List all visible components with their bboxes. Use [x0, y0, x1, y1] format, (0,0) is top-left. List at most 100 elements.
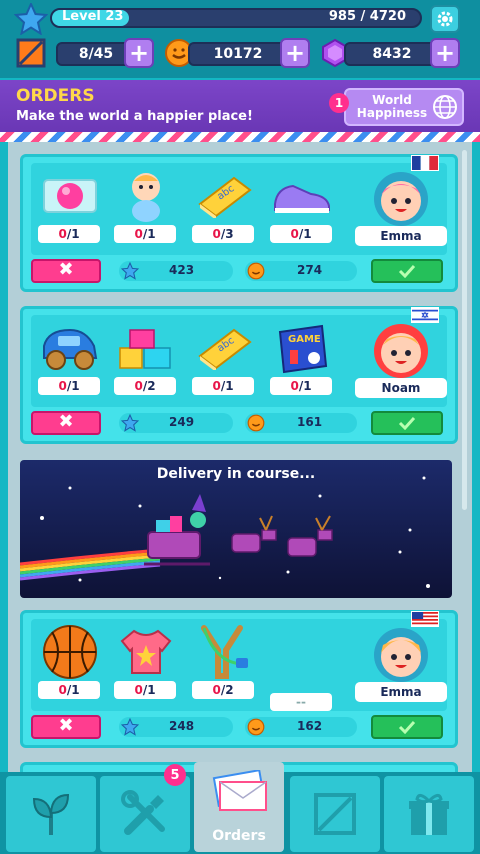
- coins-resource: 10172 +: [164, 38, 310, 68]
- item-progress: 0/2: [192, 681, 254, 699]
- order-item[interactable]: abc 0/1: [189, 315, 259, 405]
- item-progress: 0/1: [114, 225, 176, 243]
- order-items: 0/1 0/1 abc 0/3 0/1 Emma: [31, 155, 447, 255]
- item-progress: 0/1: [38, 225, 100, 243]
- tshirt-icon: [120, 629, 172, 674]
- coin-reward: 162: [245, 717, 357, 737]
- reject-order-button[interactable]: ✖: [31, 411, 101, 435]
- item-progress: 0/1: [270, 225, 332, 243]
- xp-reward: 248: [119, 717, 233, 737]
- add-coins-button[interactable]: +: [280, 38, 310, 68]
- order-item[interactable]: 0/1: [35, 163, 105, 253]
- decorative-stripe: [0, 132, 480, 142]
- usa-flag-icon: [411, 611, 439, 627]
- order-item[interactable]: 0/1: [35, 619, 105, 709]
- coin-icon: [247, 414, 265, 432]
- sleigh-icon: [144, 494, 210, 566]
- deliver-order-button[interactable]: [371, 259, 443, 283]
- xp-value: 985 / 4720: [328, 9, 406, 24]
- france-flag-icon: [411, 155, 439, 171]
- abc-book-icon: abc: [198, 176, 252, 218]
- tab-workshop[interactable]: [100, 776, 190, 852]
- item-progress: 0/1: [270, 377, 332, 395]
- add-gems-button[interactable]: +: [430, 38, 460, 68]
- tools-icon: [121, 790, 165, 835]
- xp-reward: 249: [119, 413, 233, 433]
- checkmark-icon: [398, 416, 416, 430]
- sneakers-icon: [274, 184, 330, 213]
- candy-icon: [43, 179, 97, 213]
- client[interactable]: Emma: [351, 611, 447, 709]
- settings-button[interactable]: [430, 5, 460, 33]
- gems-value: 8432: [344, 42, 440, 66]
- order-item[interactable]: 0/1: [35, 315, 105, 405]
- star-icon: [121, 262, 139, 280]
- client-name: Emma: [355, 226, 447, 246]
- orders-subtitle: Make the world a happier place!: [16, 109, 253, 124]
- client-avatar: [374, 172, 428, 226]
- abc-book-icon: abc: [198, 328, 252, 370]
- reject-order-button[interactable]: ✖: [31, 259, 101, 283]
- crate-icon: [314, 793, 356, 835]
- coin-reward: 274: [245, 261, 357, 281]
- globe-icon: [433, 95, 457, 119]
- order-items: 0/1 0/2 abc 0/1 GAME 0/1 Noam: [31, 307, 447, 407]
- order-item-empty: --: [267, 619, 337, 711]
- checkmark-icon: [398, 720, 416, 734]
- tab-storage[interactable]: [290, 776, 380, 852]
- svg-text:GAME: GAME: [288, 334, 321, 345]
- star-icon: [121, 414, 139, 432]
- client-name: Noam: [355, 378, 447, 398]
- star-icon: [121, 718, 139, 736]
- gift-icon: [409, 794, 449, 835]
- item-progress: 0/1: [114, 681, 176, 699]
- reject-order-button[interactable]: ✖: [31, 715, 101, 739]
- basketball-icon: [43, 625, 97, 679]
- deliver-order-button[interactable]: [371, 411, 443, 435]
- deliver-order-button[interactable]: [371, 715, 443, 739]
- order-item[interactable]: 0/2: [189, 619, 259, 709]
- scrollbar[interactable]: [462, 150, 467, 510]
- order-card: 0/1 0/1 abc 0/3 0/1 Emma ✖ 423 274: [20, 154, 458, 292]
- workshop-badge: 5: [164, 764, 186, 786]
- building-blocks-icon: [119, 329, 171, 369]
- coins-value: 10172: [188, 42, 288, 66]
- baby-doll-icon: [132, 173, 160, 222]
- letters-icon: [212, 770, 267, 811]
- reindeer-icon: [231, 529, 333, 557]
- gear-icon: [437, 11, 453, 27]
- client-avatar: [374, 628, 428, 682]
- sprout-icon: [32, 793, 70, 835]
- order-item[interactable]: GAME 0/1: [267, 315, 337, 405]
- item-progress: 0/2: [114, 377, 176, 395]
- xp-reward: 423: [119, 261, 233, 281]
- israel-flag-icon: [411, 307, 439, 323]
- world-happiness-badge: 1: [329, 93, 349, 113]
- toy-car-icon: [43, 328, 98, 370]
- order-item[interactable]: 0/2: [111, 315, 181, 405]
- client-avatar: [374, 324, 428, 378]
- level-label: Level 23: [62, 9, 124, 24]
- order-item[interactable]: 0/1: [111, 619, 181, 709]
- coin-reward: 161: [245, 413, 357, 433]
- tab-orders[interactable]: Orders: [194, 762, 284, 852]
- rainbow-trail: [20, 548, 161, 581]
- order-item[interactable]: 0/1: [111, 163, 181, 253]
- coin-icon: [247, 718, 265, 736]
- item-progress: 0/1: [38, 681, 100, 699]
- slingshot-icon: [201, 625, 248, 679]
- order-item[interactable]: 0/1: [267, 163, 337, 253]
- world-happiness-button[interactable]: World Happiness: [344, 88, 464, 126]
- world-happiness-label: World Happiness: [356, 93, 428, 120]
- order-item[interactable]: abc 0/3: [189, 163, 259, 253]
- order-items: 0/1 0/1 0/2 -- Emma: [31, 611, 447, 711]
- client[interactable]: Noam: [351, 307, 447, 405]
- orders-list[interactable]: 0/1 0/1 abc 0/3 0/1 Emma ✖ 423 274 0/1 0…: [8, 142, 472, 772]
- add-boxes-button[interactable]: +: [124, 38, 154, 68]
- client[interactable]: Emma: [351, 155, 447, 253]
- client-name: Emma: [355, 682, 447, 702]
- tab-gifts[interactable]: [384, 776, 474, 852]
- item-progress: 0/3: [192, 225, 254, 243]
- bottom-nav: Orders: [0, 762, 480, 854]
- tab-farm[interactable]: [6, 776, 96, 852]
